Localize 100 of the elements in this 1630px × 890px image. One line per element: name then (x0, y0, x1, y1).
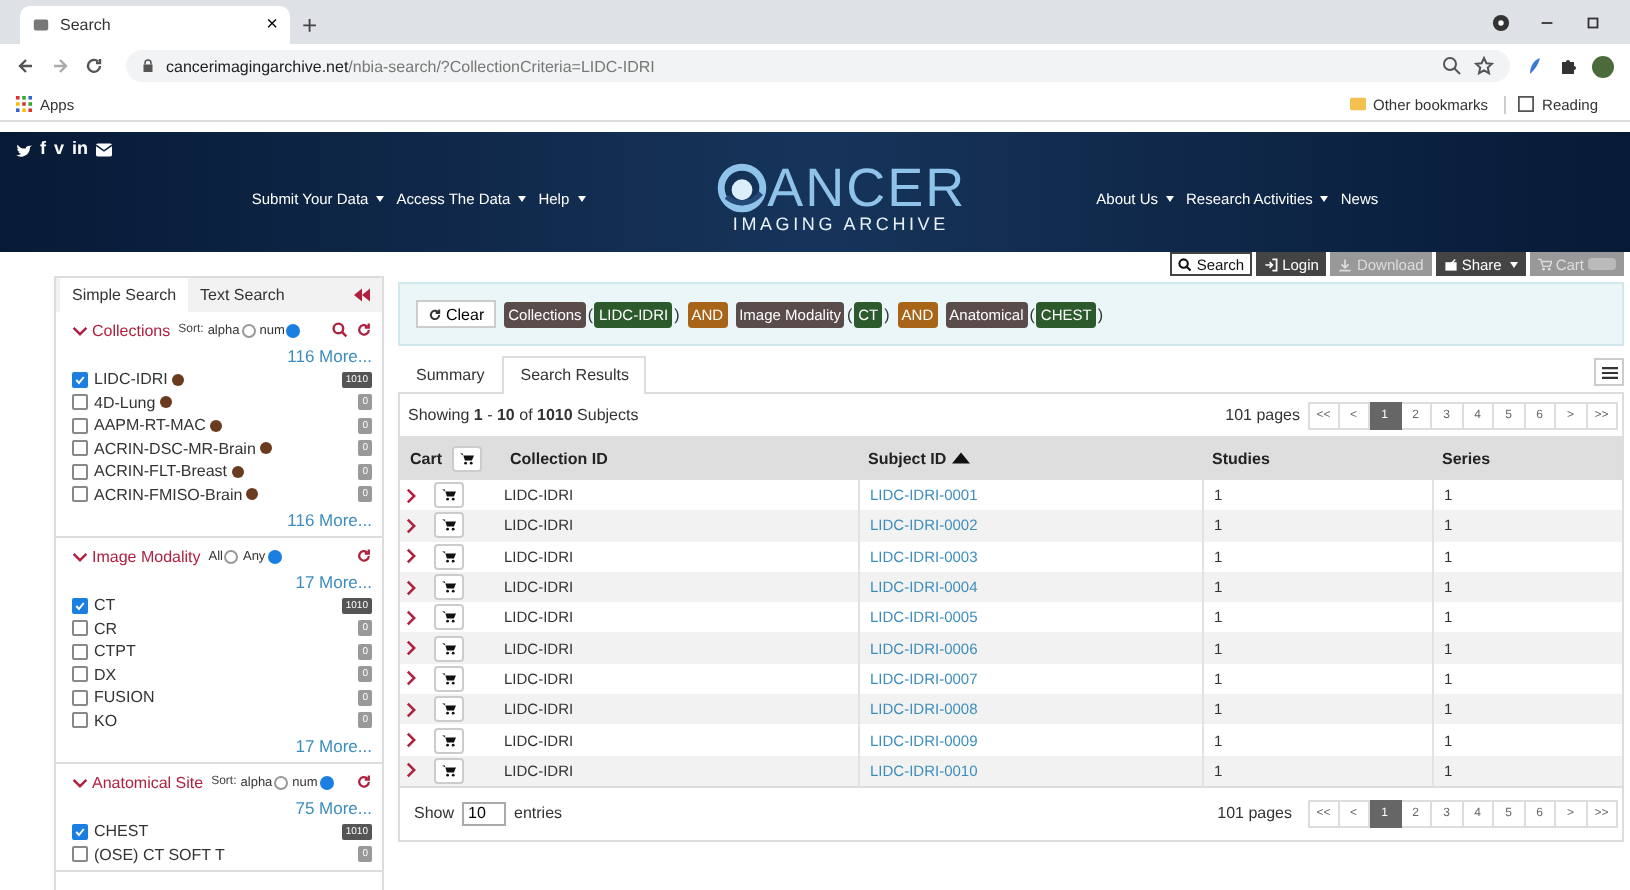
cart-icon (1537, 257, 1552, 271)
facet-label[interactable]: FUSION (94, 688, 155, 707)
entries-field[interactable]: 10 (462, 801, 507, 826)
checkbox[interactable] (72, 394, 88, 411)
checkbox[interactable] (72, 463, 88, 480)
more-link[interactable]: 75 More... (72, 794, 372, 820)
add-to-cart-button[interactable] (434, 757, 464, 784)
reset-icon[interactable] (356, 322, 372, 338)
facet-label[interactable]: CT (94, 596, 116, 615)
avatar-icon[interactable] (1592, 55, 1614, 77)
cart-icon (460, 451, 475, 465)
chevron-down-icon (72, 325, 88, 335)
facet-label[interactable]: KO (94, 711, 118, 730)
reset-icon[interactable] (356, 774, 372, 790)
column-header[interactable]: Studies (1212, 449, 1270, 467)
restore-icon[interactable] (1584, 14, 1602, 32)
facet-title[interactable]: Anatomical Site (72, 773, 204, 791)
page-count: 101 pages (1225, 406, 1300, 424)
collapse-icon[interactable] (354, 288, 370, 302)
cart-icon (442, 671, 456, 686)
social-link[interactable]: in (72, 140, 89, 158)
checkbox[interactable] (72, 620, 88, 637)
facet-label[interactable]: CTPT (94, 642, 136, 661)
tab-title: Search (60, 16, 113, 34)
more-link[interactable]: 116 More... (72, 506, 372, 532)
social-link[interactable]: v (54, 140, 65, 158)
add-to-cart-button[interactable] (434, 665, 464, 692)
logo-subtitle: IMAGING ARCHIVE (732, 214, 949, 234)
facet-label[interactable]: AAPM-RT-MAC (94, 416, 206, 435)
feather-icon[interactable] (1524, 56, 1544, 76)
add-to-cart-button[interactable] (434, 727, 464, 754)
sign-in-icon (1264, 257, 1279, 271)
checkbox[interactable] (72, 371, 88, 388)
facet-label[interactable]: CHEST (94, 822, 149, 841)
star-icon[interactable] (1474, 56, 1494, 76)
checkbox[interactable] (72, 486, 88, 503)
menu-button[interactable] (1594, 358, 1624, 386)
facet-label[interactable]: ACRIN-DSC-MR-Brain (94, 439, 256, 458)
facet-title[interactable]: Collections (72, 321, 171, 339)
search-tab[interactable]: Simple Search (60, 278, 189, 312)
add-to-cart-button[interactable] (434, 696, 464, 723)
info-icon[interactable] (259, 442, 272, 455)
profile-menu-icon[interactable] (1492, 14, 1510, 32)
cart-icon (442, 763, 456, 778)
search-tab[interactable]: Text Search (188, 278, 297, 312)
column-header[interactable]: Series (1442, 449, 1491, 467)
search-icon[interactable] (332, 322, 348, 338)
results-tab[interactable]: Search Results (502, 356, 647, 394)
checkbox[interactable] (72, 846, 88, 863)
results-tab[interactable]: Summary (398, 356, 503, 392)
menu-icon (1601, 365, 1617, 379)
add-to-cart-button[interactable] (434, 482, 464, 509)
checkbox[interactable] (72, 823, 88, 840)
mail-icon[interactable] (96, 141, 113, 157)
facet-label[interactable]: LIDC-IDRI (94, 370, 168, 389)
facet-label[interactable]: ACRIN-FLT-Breast (94, 462, 228, 481)
more-link[interactable]: 17 More... (72, 568, 372, 594)
column-header[interactable]: Cart (410, 449, 443, 467)
add-to-cart-button[interactable] (434, 574, 464, 601)
checkbox[interactable] (72, 440, 88, 457)
cart-icon (442, 641, 456, 656)
more-link[interactable]: 116 More... (72, 342, 372, 368)
close-button[interactable]: × (266, 14, 278, 36)
puzzle-icon[interactable] (1558, 56, 1578, 76)
back-icon[interactable] (16, 56, 36, 76)
more-link[interactable]: 17 More... (72, 732, 372, 758)
facet-label[interactable]: CR (94, 619, 118, 638)
cart-button[interactable] (452, 445, 483, 471)
column-header[interactable]: Subject ID (868, 449, 947, 467)
add-to-cart-button[interactable] (434, 543, 464, 570)
search-icon (1178, 257, 1193, 271)
facet-label[interactable]: (OSE) CT SOFT T (94, 845, 225, 864)
facet-label[interactable]: ACRIN-FMISO-Brain (94, 485, 243, 504)
checkbox[interactable] (72, 597, 88, 614)
bird-icon[interactable] (16, 141, 32, 157)
facet-title[interactable]: Image Modality (72, 547, 201, 565)
address-bar[interactable]: cancerimagingarchive.net/nbia-search/?CollectionCriteria=LIDC-IDRI (126, 50, 1510, 82)
add-to-cart-button[interactable] (434, 512, 464, 539)
logo-text: ANCER (767, 162, 967, 214)
column-header[interactable]: Collection ID (510, 449, 608, 467)
reload-icon[interactable] (84, 56, 104, 76)
checkbox[interactable] (72, 417, 88, 434)
sort-ascending-icon[interactable] (952, 452, 971, 464)
checkbox[interactable] (72, 689, 88, 706)
clear-button[interactable]: Clear (416, 300, 497, 328)
checkbox[interactable] (72, 643, 88, 660)
facet-label[interactable]: DX (94, 665, 117, 684)
zoom-icon[interactable] (1442, 56, 1462, 76)
social-link[interactable]: f (40, 140, 46, 158)
browser-tab[interactable]: Search × (20, 6, 290, 44)
checkbox[interactable] (72, 712, 88, 729)
add-to-cart-button[interactable] (434, 635, 464, 662)
url-text: cancerimagingarchive.net/nbia-search/?CollectionCriteria=LIDC-IDRI (166, 57, 655, 75)
facet-label[interactable]: 4D-Lung (94, 393, 156, 412)
reset-icon[interactable] (356, 548, 372, 564)
new-tab-button[interactable]: + (302, 10, 318, 40)
checkbox[interactable] (72, 666, 88, 683)
cart-icon (442, 610, 456, 625)
add-to-cart-button[interactable] (434, 604, 464, 631)
info-icon[interactable] (209, 419, 222, 432)
